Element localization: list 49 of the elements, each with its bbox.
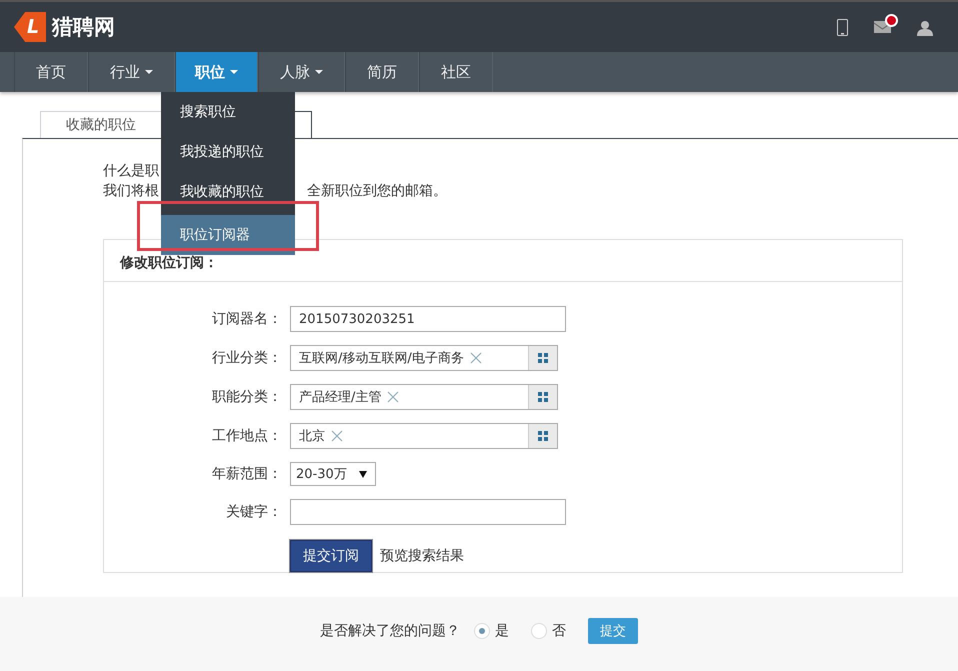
menu-item[interactable]: 搜索职位 <box>161 92 295 132</box>
radio-button[interactable] <box>531 623 547 639</box>
radio-label[interactable]: 是 <box>495 622 509 640</box>
field-label: 工作地点： <box>211 427 282 445</box>
remove-icon[interactable] <box>470 352 482 364</box>
logo-text[interactable]: 猎聘网 <box>52 13 115 41</box>
nav-tab[interactable]: 社区 <box>419 52 493 92</box>
grid-icon <box>538 392 548 402</box>
mail-icon[interactable] <box>874 21 891 33</box>
remove-icon[interactable] <box>387 391 400 403</box>
nav-tab[interactable]: 首页 <box>14 52 88 92</box>
nav-tab[interactable]: 职位 <box>175 52 258 92</box>
tablet-icon[interactable] <box>837 18 848 36</box>
input-field[interactable]: 20150730203251 <box>290 306 566 332</box>
intro-text: 我们将根 <box>103 182 159 201</box>
logo-icon[interactable]: L <box>14 12 46 42</box>
picker-field[interactable]: 产品经理/主管 <box>290 384 558 410</box>
intro-text: 全新职位到您的邮箱。 <box>307 182 447 201</box>
intro-text: 什么是职 <box>103 162 160 181</box>
tab[interactable]: 收藏的职位 <box>40 111 162 138</box>
picker-button[interactable] <box>528 346 557 370</box>
menu-item[interactable]: 职位订阅器 <box>161 215 295 255</box>
feedback-question: 是否解决了您的问题？ <box>320 622 460 640</box>
input-field[interactable] <box>290 499 566 525</box>
picker-field[interactable]: 北京 <box>290 423 558 449</box>
field-label: 关键字： <box>225 503 282 521</box>
field-label: 行业分类： <box>211 349 282 367</box>
picker-button[interactable] <box>528 385 557 409</box>
field-label: 职能分类： <box>211 388 282 406</box>
user-icon[interactable] <box>917 18 934 36</box>
menu-item[interactable]: 我收藏的职位 <box>161 172 295 212</box>
salary-select[interactable]: 20-30万 <box>290 462 376 486</box>
grid-icon <box>538 431 548 441</box>
tag-text: 北京 <box>299 428 325 445</box>
tag-text: 互联网/移动互联网/电子商务 <box>299 350 464 367</box>
field-label: 订阅器名： <box>211 310 282 328</box>
picker-button[interactable] <box>528 424 557 448</box>
field-label: 年薪范围： <box>211 465 282 483</box>
grid-icon <box>538 353 548 363</box>
tag-text: 产品经理/主管 <box>299 389 382 406</box>
radio-button[interactable] <box>474 623 490 639</box>
radio-label[interactable]: 否 <box>552 622 566 640</box>
nav-tab[interactable]: 简历 <box>345 52 419 92</box>
picker-field[interactable]: 互联网/移动互联网/电子商务 <box>290 345 558 371</box>
menu-item[interactable]: 我投递的职位 <box>161 132 295 172</box>
submit-button[interactable]: 提交订阅 <box>290 540 372 572</box>
preview-link[interactable]: 预览搜索结果 <box>380 547 464 565</box>
form-title: 修改职位订阅： <box>104 240 902 282</box>
remove-icon[interactable] <box>331 430 343 442</box>
